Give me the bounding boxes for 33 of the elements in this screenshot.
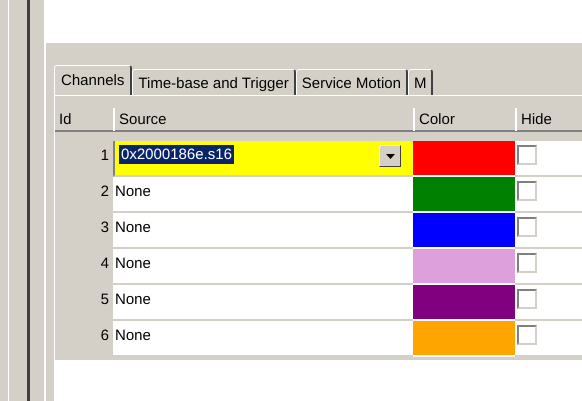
column-header[interactable]: Source: [113, 108, 413, 131]
row-id: 6: [100, 326, 110, 346]
color-swatch[interactable]: [413, 213, 515, 247]
table-cell: None: [113, 177, 413, 213]
hide-checkbox[interactable]: [517, 217, 537, 237]
table-cell: None: [113, 249, 413, 285]
selected-text: 0x2000186e.s16: [119, 145, 234, 164]
color-swatch[interactable]: [413, 321, 515, 355]
column-header[interactable]: Id: [55, 108, 113, 131]
hide-checkbox[interactable]: [517, 253, 537, 273]
color-swatch[interactable]: [413, 141, 515, 175]
hide-checkbox[interactable]: [517, 289, 537, 309]
color-swatch[interactable]: [413, 177, 515, 211]
row-id: 1: [100, 146, 110, 166]
table-cell: None: [113, 213, 413, 249]
row-id: 5: [100, 290, 110, 310]
row-id: 4: [100, 254, 110, 274]
color-swatch[interactable]: [413, 249, 515, 283]
tab[interactable]: Channels: [54, 65, 132, 95]
color-swatch[interactable]: [413, 285, 515, 319]
hide-checkbox[interactable]: [517, 325, 537, 345]
table-cell: None: [113, 321, 413, 357]
tab[interactable]: M: [408, 69, 434, 95]
hide-checkbox[interactable]: [517, 181, 537, 201]
row-id: 3: [100, 218, 110, 238]
hide-checkbox[interactable]: [517, 145, 537, 165]
tab[interactable]: Service Motion: [296, 69, 408, 95]
source-dropdown[interactable]: 0x2000186e.s16: [113, 141, 413, 177]
table-cell: None: [113, 285, 413, 321]
tab[interactable]: Time-base and Trigger: [132, 69, 296, 95]
column-header[interactable]: Color: [413, 108, 515, 131]
column-header[interactable]: Hide: [515, 108, 582, 131]
row-id: 2: [100, 182, 110, 202]
